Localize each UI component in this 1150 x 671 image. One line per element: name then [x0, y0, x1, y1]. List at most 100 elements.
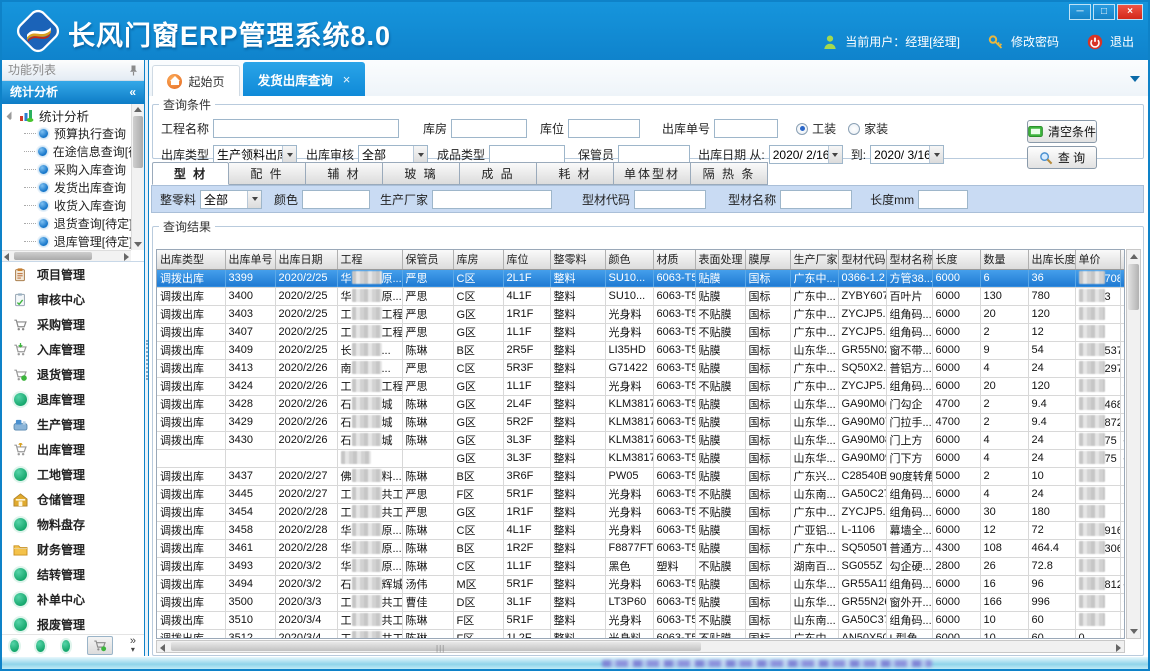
column-header[interactable]: 生产厂家: [790, 250, 838, 269]
sidebar-module-folder[interactable]: 财务管理: [2, 537, 144, 562]
table-row[interactable]: 调拨出库34942020/3/2石辉城汤伟M区5R1F整料光身料6063-T5贴…: [157, 575, 1125, 593]
profile-name-input[interactable]: [780, 190, 852, 209]
column-header[interactable]: 出库日期: [275, 250, 337, 269]
scroll-left-icon[interactable]: [160, 644, 165, 652]
column-header[interactable]: 型材代码: [838, 250, 886, 269]
warehouse-input[interactable]: [451, 119, 527, 138]
radio-home-decoration[interactable]: 家装: [848, 120, 888, 137]
column-header[interactable]: 库房: [453, 250, 503, 269]
scroll-left-icon[interactable]: [4, 253, 9, 261]
column-header[interactable]: 金额: [1120, 250, 1125, 269]
table-row[interactable]: G区3L3F整料KLM38176063-T5贴膜国标山东华...GA90M09.…: [157, 449, 1125, 467]
table-row[interactable]: 调拨出库34002020/2/25华原...严思C区4L1F整料SU10...6…: [157, 287, 1125, 305]
grid-vertical-scrollbar[interactable]: [1126, 249, 1141, 639]
column-header[interactable]: 型材名称: [886, 250, 932, 269]
scrollbar-thumb[interactable]: |||: [171, 642, 701, 651]
sidebar-module-cart-out[interactable]: 出库管理: [2, 437, 144, 462]
sidebar-module-circle[interactable]: 结转管理: [2, 562, 144, 587]
combo-arrow-icon[interactable]: [247, 191, 261, 208]
scroll-right-icon[interactable]: [1116, 644, 1121, 652]
column-header[interactable]: 表面处理: [695, 250, 745, 269]
sidebar-module-warehouse[interactable]: 仓储管理: [2, 487, 144, 512]
sidebar-module-cart-in[interactable]: 入库管理: [2, 337, 144, 362]
table-row[interactable]: 调拨出库35102020/3/4工共工程陈琳F区5R1F整料光身料6063-T5…: [157, 611, 1125, 629]
location-input[interactable]: [568, 119, 640, 138]
material-tab[interactable]: 单体型材: [614, 162, 691, 185]
table-row[interactable]: 调拨出库34612020/2/28华原...陈琳B区1R2F整料F8877FT6…: [157, 539, 1125, 557]
length-input[interactable]: [918, 190, 968, 209]
date-from-picker[interactable]: 2020/ 2/16: [769, 145, 843, 164]
more-modules-button[interactable]: »▾: [130, 637, 136, 654]
tree-item[interactable]: 预算执行查询: [2, 124, 131, 142]
sidebar-module-cart-return[interactable]: 退货管理: [2, 362, 144, 387]
radio-work-clothing[interactable]: 工装: [796, 120, 836, 137]
table-row[interactable]: 调拨出库34132020/2/26南...严思C区5R3F整料G71422606…: [157, 359, 1125, 377]
column-header[interactable]: 保管员: [402, 250, 453, 269]
column-header[interactable]: 库位: [503, 250, 550, 269]
scroll-down-icon[interactable]: [1130, 629, 1138, 634]
scroll-up-icon[interactable]: [1130, 254, 1138, 259]
material-tab[interactable]: 耗 材: [537, 162, 614, 185]
table-row[interactable]: 调拨出库34932020/3/2华原...陈琳C区1L1F整料黑色塑料不贴膜国标…: [157, 557, 1125, 575]
manufacturer-input[interactable]: [432, 190, 552, 209]
column-header[interactable]: 膜厚: [745, 250, 790, 269]
grid-horizontal-scrollbar[interactable]: |||: [156, 640, 1125, 653]
sidebar-section-header[interactable]: 统计分析 «: [2, 81, 144, 104]
table-row[interactable]: 调拨出库34092020/2/25长...陈琳B区2R5F整料LI35HD606…: [157, 341, 1125, 359]
sidebar-module-clipboard2[interactable]: 审核中心: [2, 287, 144, 312]
order-no-input[interactable]: [714, 119, 778, 138]
table-row[interactable]: 调拨出库34072020/2/25工工程严思G区1L1F整料光身料6063-T5…: [157, 323, 1125, 341]
table-row[interactable]: 调拨出库34292020/2/26石城陈琳G区5R2F整料KLM38176063…: [157, 413, 1125, 431]
minimize-button[interactable]: ─: [1069, 4, 1091, 20]
combo-arrow-icon[interactable]: [413, 146, 427, 163]
sidebar-module-circle[interactable]: 退库管理: [2, 387, 144, 412]
pin-icon[interactable]: [129, 65, 138, 76]
combo-arrow-icon[interactable]: [828, 146, 842, 163]
profile-code-input[interactable]: [634, 190, 706, 209]
scrollbar-thumb[interactable]: [1128, 264, 1139, 310]
column-header[interactable]: 数量: [980, 250, 1028, 269]
table-row[interactable]: 调拨出库34282020/2/26石城陈琳G区2L4F整料KLM38176063…: [157, 395, 1125, 413]
tree-item[interactable]: 退货查询[待定]: [2, 214, 131, 232]
tree-item[interactable]: 退库管理[待定]: [2, 232, 131, 250]
module-dot-icon[interactable]: [36, 640, 45, 652]
table-row[interactable]: 调拨出库34372020/2/27佛料...陈琳B区3R6F整料PW056063…: [157, 467, 1125, 485]
maximize-button[interactable]: □: [1093, 4, 1115, 20]
column-header[interactable]: 出库单号: [225, 250, 275, 269]
module-dot-icon[interactable]: [10, 640, 19, 652]
material-tab[interactable]: 配 件: [229, 162, 306, 185]
tree-item[interactable]: 发货出库查询: [2, 178, 131, 196]
search-button[interactable]: 查 询: [1027, 146, 1097, 169]
column-header[interactable]: 材质: [653, 250, 695, 269]
combo-arrow-icon[interactable]: [282, 146, 296, 163]
tree-item[interactable]: 采购入库查询: [2, 160, 131, 178]
column-header[interactable]: 单价: [1075, 250, 1120, 269]
tab-close-icon[interactable]: ×: [343, 72, 351, 87]
project-name-input[interactable]: [213, 119, 399, 138]
table-row[interactable]: 调拨出库34302020/2/26石城陈琳G区3L3F整料KLM38176063…: [157, 431, 1125, 449]
collapse-icon[interactable]: «: [129, 81, 136, 104]
tree-item[interactable]: 收货入库查询: [2, 196, 131, 214]
clear-conditions-button[interactable]: 清空条件: [1027, 120, 1097, 143]
sidebar-module-circle[interactable]: 物料盘存: [2, 512, 144, 537]
table-row[interactable]: 调拨出库34582020/2/28华原...陈琳C区4L1F整料光身料6063-…: [157, 521, 1125, 539]
tab-home[interactable]: 起始页: [152, 65, 240, 96]
color-input[interactable]: [302, 190, 370, 209]
sidebar-module-clipboard[interactable]: 项目管理: [2, 262, 144, 287]
tree-expander-icon[interactable]: [7, 112, 17, 122]
table-row[interactable]: 调拨出库34032020/2/25工工程严思G区1R1F整料光身料6063-T5…: [157, 305, 1125, 323]
table-row[interactable]: 调拨出库35002020/3/3工共工程曹佳D区3L1F整料LT3P606063…: [157, 593, 1125, 611]
tab-shipment-query[interactable]: 发货出库查询 ×: [243, 62, 365, 96]
scrollbar-thumb[interactable]: [133, 116, 143, 168]
change-password-link[interactable]: 修改密码: [1011, 33, 1059, 50]
cart-toolbar-button[interactable]: [87, 636, 112, 655]
tab-list-dropdown-icon[interactable]: [1130, 76, 1140, 82]
date-to-picker[interactable]: 2020/ 3/16: [870, 145, 944, 164]
scroll-right-icon[interactable]: [124, 253, 129, 261]
column-header[interactable]: 工程: [337, 250, 402, 269]
table-row[interactable]: 调拨出库33992020/2/25华原...严思C区2L1F整料SU10...6…: [157, 269, 1125, 287]
scroll-down-icon[interactable]: [134, 242, 142, 247]
sidebar-module-circle[interactable]: 报废管理: [2, 612, 144, 634]
column-header[interactable]: 颜色: [605, 250, 653, 269]
material-tab[interactable]: 隔 热 条: [691, 162, 768, 185]
